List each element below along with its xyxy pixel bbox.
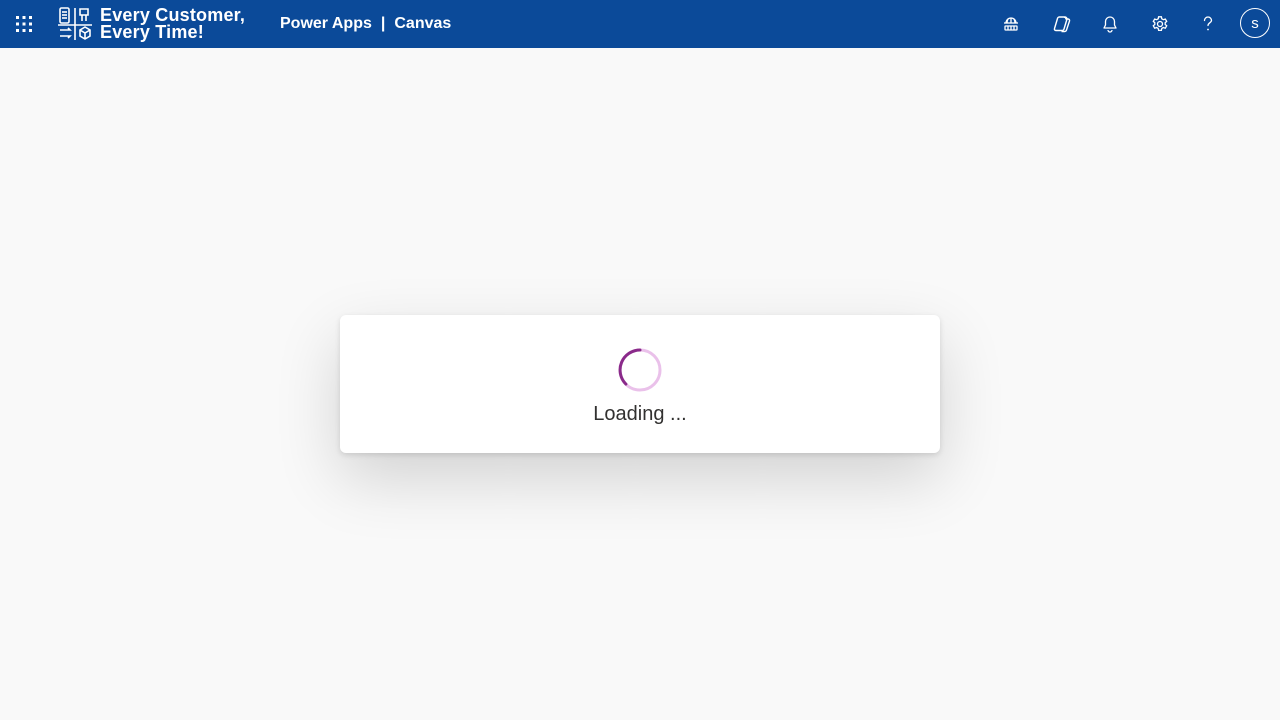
settings-button[interactable] xyxy=(1136,0,1184,48)
app-name[interactable]: Power Apps xyxy=(280,15,372,33)
brand-line-2: Every Time! xyxy=(100,22,204,42)
waffle-icon xyxy=(16,16,32,32)
avatar-initial: s xyxy=(1251,14,1259,32)
notifications-button[interactable] xyxy=(1086,0,1134,48)
help-button[interactable] xyxy=(1184,0,1232,48)
brand-logo[interactable]: Every Customer, Every Time! xyxy=(56,5,245,43)
logo-graphic-icon xyxy=(58,7,92,40)
brand-tagline: Every Customer, Every Time! xyxy=(100,6,245,42)
copilot-button[interactable] xyxy=(1038,0,1086,48)
help-icon xyxy=(1203,16,1213,31)
environment-icon xyxy=(1004,17,1018,31)
copilot-icon xyxy=(1053,16,1071,33)
environment-name[interactable]: Canvas xyxy=(394,15,451,33)
app-title: Power Apps | Canvas xyxy=(280,0,451,48)
loading-spinner-icon xyxy=(618,348,662,392)
gear-icon xyxy=(1152,16,1168,32)
environment-button[interactable] xyxy=(987,0,1035,48)
bell-icon xyxy=(1103,16,1117,33)
user-avatar[interactable]: s xyxy=(1240,8,1270,38)
loading-text: Loading ... xyxy=(593,403,687,425)
app-launcher-button[interactable] xyxy=(0,0,48,48)
title-separator: | xyxy=(380,15,386,32)
top-navigation-bar: Every Customer, Every Time! Power Apps |… xyxy=(0,0,1280,48)
loading-dialog: Loading ... xyxy=(340,315,940,453)
